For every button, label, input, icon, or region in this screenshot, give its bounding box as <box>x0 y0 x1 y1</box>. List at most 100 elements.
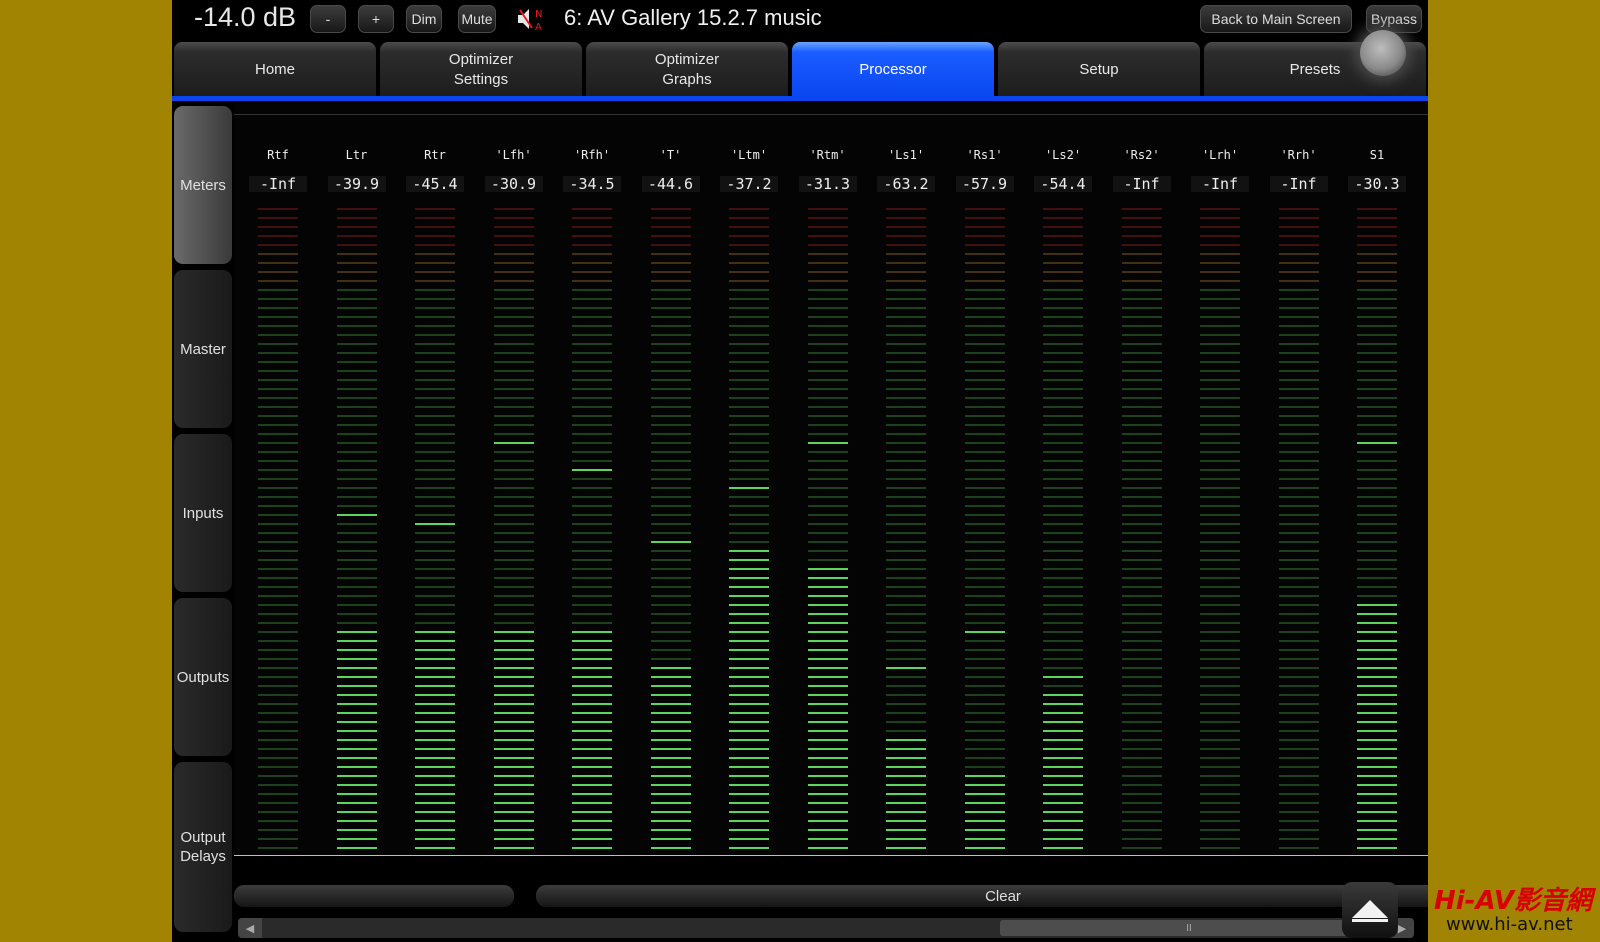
meter-segment <box>1121 253 1162 255</box>
meter-segment <box>336 802 377 804</box>
sidebar-item-meters[interactable]: Meters <box>174 106 232 264</box>
meter-segment <box>336 829 377 831</box>
meter-segment <box>650 604 691 606</box>
meter-segment <box>493 361 534 363</box>
meter-segment <box>729 316 769 318</box>
bottom-left-button[interactable] <box>234 885 514 907</box>
meter-segment <box>493 334 534 336</box>
meter-segment <box>336 298 377 300</box>
meter-segment <box>1200 505 1240 507</box>
tab-setup[interactable]: Setup <box>998 42 1200 98</box>
meter-segment <box>1200 433 1240 435</box>
meter-segment <box>964 811 1005 813</box>
meter-segment <box>1043 829 1083 831</box>
meter-segment <box>650 712 691 714</box>
sidebar-item-outputs[interactable]: Outputs <box>174 598 232 756</box>
meter-segment <box>729 622 769 624</box>
meter-segment <box>886 262 926 264</box>
meter-segment <box>1043 244 1083 246</box>
clear-button[interactable]: Clear <box>536 885 1428 907</box>
meter-segment <box>1043 838 1083 840</box>
meter-value-readout: -37.2 <box>720 176 778 192</box>
meter-segment <box>415 244 455 246</box>
meter-segment <box>1121 289 1162 291</box>
meter-segment <box>1043 694 1083 696</box>
meter-segment <box>1278 739 1319 741</box>
meter-segment <box>807 442 848 444</box>
horizontal-scrollbar[interactable]: ◀ II ▶ <box>238 918 1414 938</box>
meter-segment <box>1200 676 1240 678</box>
meter-segment <box>964 487 1005 489</box>
meter-segment <box>336 442 377 444</box>
meter-segment <box>886 316 926 318</box>
meter-segment <box>415 460 455 462</box>
meter-segment <box>807 433 848 435</box>
meter-segment <box>886 271 926 273</box>
meter-segment <box>964 289 1005 291</box>
tab-home[interactable]: Home <box>174 42 376 98</box>
sidebar-item-master[interactable]: Master <box>174 270 232 428</box>
meter-segment <box>258 559 298 561</box>
meter-segment <box>1357 577 1397 579</box>
meter-segment <box>886 298 926 300</box>
scroll-up-button[interactable] <box>1342 882 1398 938</box>
meter-segment <box>1043 766 1083 768</box>
meter-segment <box>258 208 298 210</box>
meter-segment <box>886 721 926 723</box>
meter-segment <box>1357 235 1397 237</box>
meter-segment <box>1043 289 1083 291</box>
meter-segment <box>336 325 377 327</box>
meter-segment <box>258 793 298 795</box>
meter-segment <box>886 379 926 381</box>
meter-segment <box>886 712 926 714</box>
meter-channel-label: 'Rtm' <box>809 148 846 162</box>
meter-segment <box>1278 586 1319 588</box>
tab-optimizer-settings[interactable]: Optimizer Settings <box>380 42 582 98</box>
meter-segment <box>258 595 298 597</box>
meter-segment <box>1121 496 1162 498</box>
meter-value-readout: -Inf <box>249 176 307 192</box>
meter-segment <box>415 343 455 345</box>
meter-segment <box>964 541 1005 543</box>
sidebar-item-inputs[interactable]: Inputs <box>174 434 232 592</box>
meter-segment <box>964 253 1005 255</box>
meter-segment <box>1200 532 1240 534</box>
meter-segment <box>572 514 612 516</box>
speaker-muted-icon[interactable]: N A <box>516 6 550 33</box>
volume-up-button[interactable]: + <box>358 5 394 33</box>
meter-channel-label: S1 <box>1369 148 1385 162</box>
meter-channel-label: 'Ls2' <box>1044 148 1082 162</box>
meter-segment <box>572 712 612 714</box>
meter-segment <box>886 550 926 552</box>
mute-button[interactable]: Mute <box>458 5 496 33</box>
meter-segment <box>572 820 612 822</box>
arrow-left-icon[interactable]: ◀ <box>238 918 262 938</box>
meter-segment <box>807 514 848 516</box>
meter-segment <box>1121 307 1162 309</box>
meter-segment <box>1121 442 1162 444</box>
meter-segment <box>807 721 848 723</box>
meter-segment <box>1121 541 1162 543</box>
sidebar-item-output-delays[interactable]: Output Delays <box>174 762 232 932</box>
meter-segment <box>493 622 534 624</box>
meter-segment <box>336 271 377 273</box>
meter-segment <box>729 505 769 507</box>
meter-segment <box>572 433 612 435</box>
dim-button[interactable]: Dim <box>406 5 442 33</box>
tab-processor[interactable]: Processor <box>792 42 994 98</box>
meter-segment <box>886 424 926 426</box>
meter-segment <box>964 847 1005 849</box>
meter-segment <box>964 577 1005 579</box>
meter-segment <box>336 730 377 732</box>
tab-optimizer-graphs[interactable]: Optimizer Graphs <box>586 42 788 98</box>
back-to-main-screen-button[interactable]: Back to Main Screen <box>1200 5 1352 33</box>
meter-segment <box>807 334 848 336</box>
meter-segment <box>572 541 612 543</box>
bypass-button[interactable]: Bypass <box>1366 5 1422 33</box>
meter-segment <box>729 667 769 669</box>
volume-down-button[interactable]: - <box>310 5 346 33</box>
scrollbar-thumb[interactable]: II <box>1000 920 1378 936</box>
meter-segment <box>807 460 848 462</box>
meter-segment <box>886 361 926 363</box>
meter-segment <box>415 496 455 498</box>
